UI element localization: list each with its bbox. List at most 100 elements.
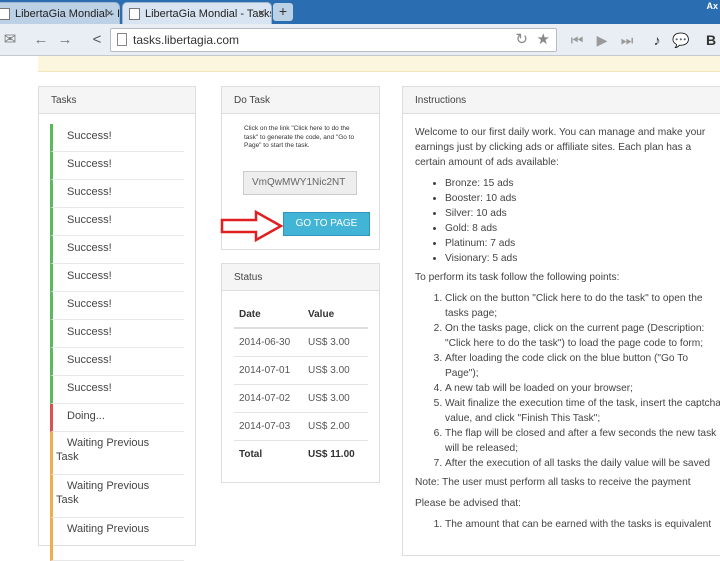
task-item-success[interactable]: Success! — [50, 292, 184, 320]
status-table: Date Value 2014-06-30 US$ 3.00 2014-07-0… — [234, 301, 368, 469]
tab-backoffice[interactable]: LibertaGia Mondial - BackOf × — [0, 2, 120, 24]
task-label: Success! — [67, 298, 112, 310]
status-panel-title: Status — [222, 264, 379, 291]
list-item: The flap will be closed and after a few … — [445, 426, 720, 456]
task-list: Success! Success! Success! Success! Succ… — [50, 124, 184, 561]
instructions-panel: Instructions Welcome to our first daily … — [402, 86, 720, 556]
list-item: Booster: 10 ads — [445, 191, 720, 206]
forward-icon[interactable]: → — [55, 30, 75, 50]
address-bar[interactable]: tasks.libertagia.com ↻ ★ — [110, 28, 557, 52]
tab-title: LibertaGia Mondial - Tasks — [145, 8, 272, 20]
status-panel: Status Date Value 2014-06-30 US$ 3.00 20… — [221, 263, 380, 483]
tasks-panel: Tasks Success! Success! Success! Success… — [38, 86, 196, 561]
bookmark-star-icon[interactable]: ★ — [537, 30, 550, 48]
row-date: 2014-07-01 — [239, 365, 291, 376]
task-item-doing[interactable]: Doing... — [50, 404, 184, 432]
reload-icon[interactable]: ↻ — [515, 30, 528, 48]
list-item: Gold: 8 ads — [445, 221, 720, 236]
media-next-icon[interactable]: ⏭ — [616, 29, 638, 51]
task-item-success[interactable]: Success! — [50, 376, 184, 404]
tasks-panel-title: Tasks — [39, 87, 195, 114]
row-value: US$ 3.00 — [308, 337, 350, 348]
task-code-field[interactable]: VmQwMWY1Nic2NT — [243, 171, 357, 195]
close-tab-icon[interactable]: × — [106, 6, 113, 20]
chat-icon[interactable]: 💬 — [670, 29, 692, 51]
task-label-continued: Task — [56, 451, 79, 463]
payment-note: Note: The user must perform all tasks to… — [415, 477, 691, 488]
profile-label: Ax — [706, 1, 718, 11]
column-header-date: Date — [239, 309, 261, 320]
task-label: Doing... — [67, 410, 105, 422]
task-label: Success! — [67, 326, 112, 338]
list-item: After the execution of all tasks the dai… — [445, 456, 720, 471]
task-label: Success! — [67, 242, 112, 254]
list-item: Bronze: 15 ads — [445, 176, 720, 191]
list-item: Wait finalize the execution time of the … — [445, 396, 720, 426]
instructions-intro: Welcome to our first daily work. You can… — [415, 127, 706, 168]
table-row: 2014-07-02 US$ 3.00 — [234, 385, 368, 413]
row-value: US$ 3.00 — [308, 393, 350, 404]
task-item-success[interactable]: Success! — [50, 152, 184, 180]
task-label: Success! — [67, 130, 112, 142]
list-item: After loading the code click on the blue… — [445, 351, 720, 381]
window-corner: Ax — [688, 0, 720, 24]
red-arrow-annotation — [220, 210, 284, 242]
task-label: Waiting Previous — [67, 480, 150, 492]
music-icon[interactable]: ♪ — [646, 29, 668, 51]
back-icon[interactable]: ← — [31, 30, 51, 50]
row-value: US$ 2.00 — [308, 421, 350, 432]
table-row: 2014-07-03 US$ 2.00 — [234, 413, 368, 441]
task-item-success[interactable]: Success! — [50, 236, 184, 264]
page-favicon-icon — [0, 8, 10, 20]
table-header-row: Date Value — [234, 301, 368, 329]
go-to-page-button[interactable]: GO TO PAGE — [283, 212, 370, 236]
table-row: 2014-06-30 US$ 3.00 — [234, 329, 368, 357]
do-task-panel-title: Do Task — [222, 87, 379, 114]
browser-toolbar: ✉ ← → < tasks.libertagia.com ↻ ★ ⏮ ▶ ⏭ ♪… — [0, 24, 720, 56]
close-tab-icon[interactable]: × — [258, 6, 265, 20]
page-favicon-icon — [129, 8, 140, 20]
steps-intro: To perform its task follow the following… — [415, 272, 620, 283]
page-icon — [117, 33, 127, 46]
list-item: Silver: 10 ads — [445, 206, 720, 221]
list-item: On the tasks page, click on the current … — [445, 321, 720, 351]
column-header-value: Value — [308, 309, 335, 320]
task-item-success[interactable]: Success! — [50, 124, 184, 152]
list-item: Click on the button "Click here to do th… — [445, 291, 720, 321]
url-text[interactable]: tasks.libertagia.com — [133, 33, 239, 47]
task-label: Success! — [67, 158, 112, 170]
task-label: Success! — [67, 354, 112, 366]
task-item-success[interactable]: Success! — [50, 208, 184, 236]
new-tab-button[interactable]: + — [273, 3, 293, 21]
tab-title: LibertaGia Mondial - BackOf — [15, 8, 119, 20]
list-item: The amount that can be earned with the t… — [445, 517, 720, 532]
steps-list: Click on the button "Click here to do th… — [445, 291, 720, 471]
row-date: 2014-07-02 — [239, 393, 291, 404]
task-label: Waiting Previous — [67, 523, 150, 535]
row-date: 2014-07-03 — [239, 421, 291, 432]
advise-list: The amount that can be earned with the t… — [445, 517, 720, 532]
table-total-row: Total US$ 11.00 — [234, 441, 368, 469]
share-icon[interactable]: < — [87, 30, 107, 50]
mail-icon[interactable]: ✉ — [0, 30, 20, 50]
bold-b-icon[interactable]: B — [700, 29, 720, 51]
instructions-panel-title: Instructions — [403, 87, 720, 114]
task-label: Success! — [67, 214, 112, 226]
task-item-success[interactable]: Success! — [50, 348, 184, 376]
task-label: Success! — [67, 186, 112, 198]
tab-tasks[interactable]: LibertaGia Mondial - Tasks × — [122, 2, 272, 24]
task-item-waiting[interactable]: Waiting Previous Task — [50, 432, 184, 475]
row-date: 2014-06-30 — [239, 337, 291, 348]
media-play-icon[interactable]: ▶ — [591, 29, 613, 51]
task-label: Success! — [67, 270, 112, 282]
list-item: Platinum: 7 ads — [445, 236, 720, 251]
task-label: Waiting Previous — [67, 437, 150, 449]
plan-list: Bronze: 15 ads Booster: 10 ads Silver: 1… — [445, 176, 720, 266]
task-item-waiting[interactable]: Waiting Previous Task — [50, 475, 184, 518]
task-item-success[interactable]: Success! — [50, 180, 184, 208]
task-item-success[interactable]: Success! — [50, 264, 184, 292]
table-row: 2014-07-01 US$ 3.00 — [234, 357, 368, 385]
task-item-success[interactable]: Success! — [50, 320, 184, 348]
media-previous-icon[interactable]: ⏮ — [566, 29, 588, 51]
list-item: Visionary: 5 ads — [445, 251, 720, 266]
